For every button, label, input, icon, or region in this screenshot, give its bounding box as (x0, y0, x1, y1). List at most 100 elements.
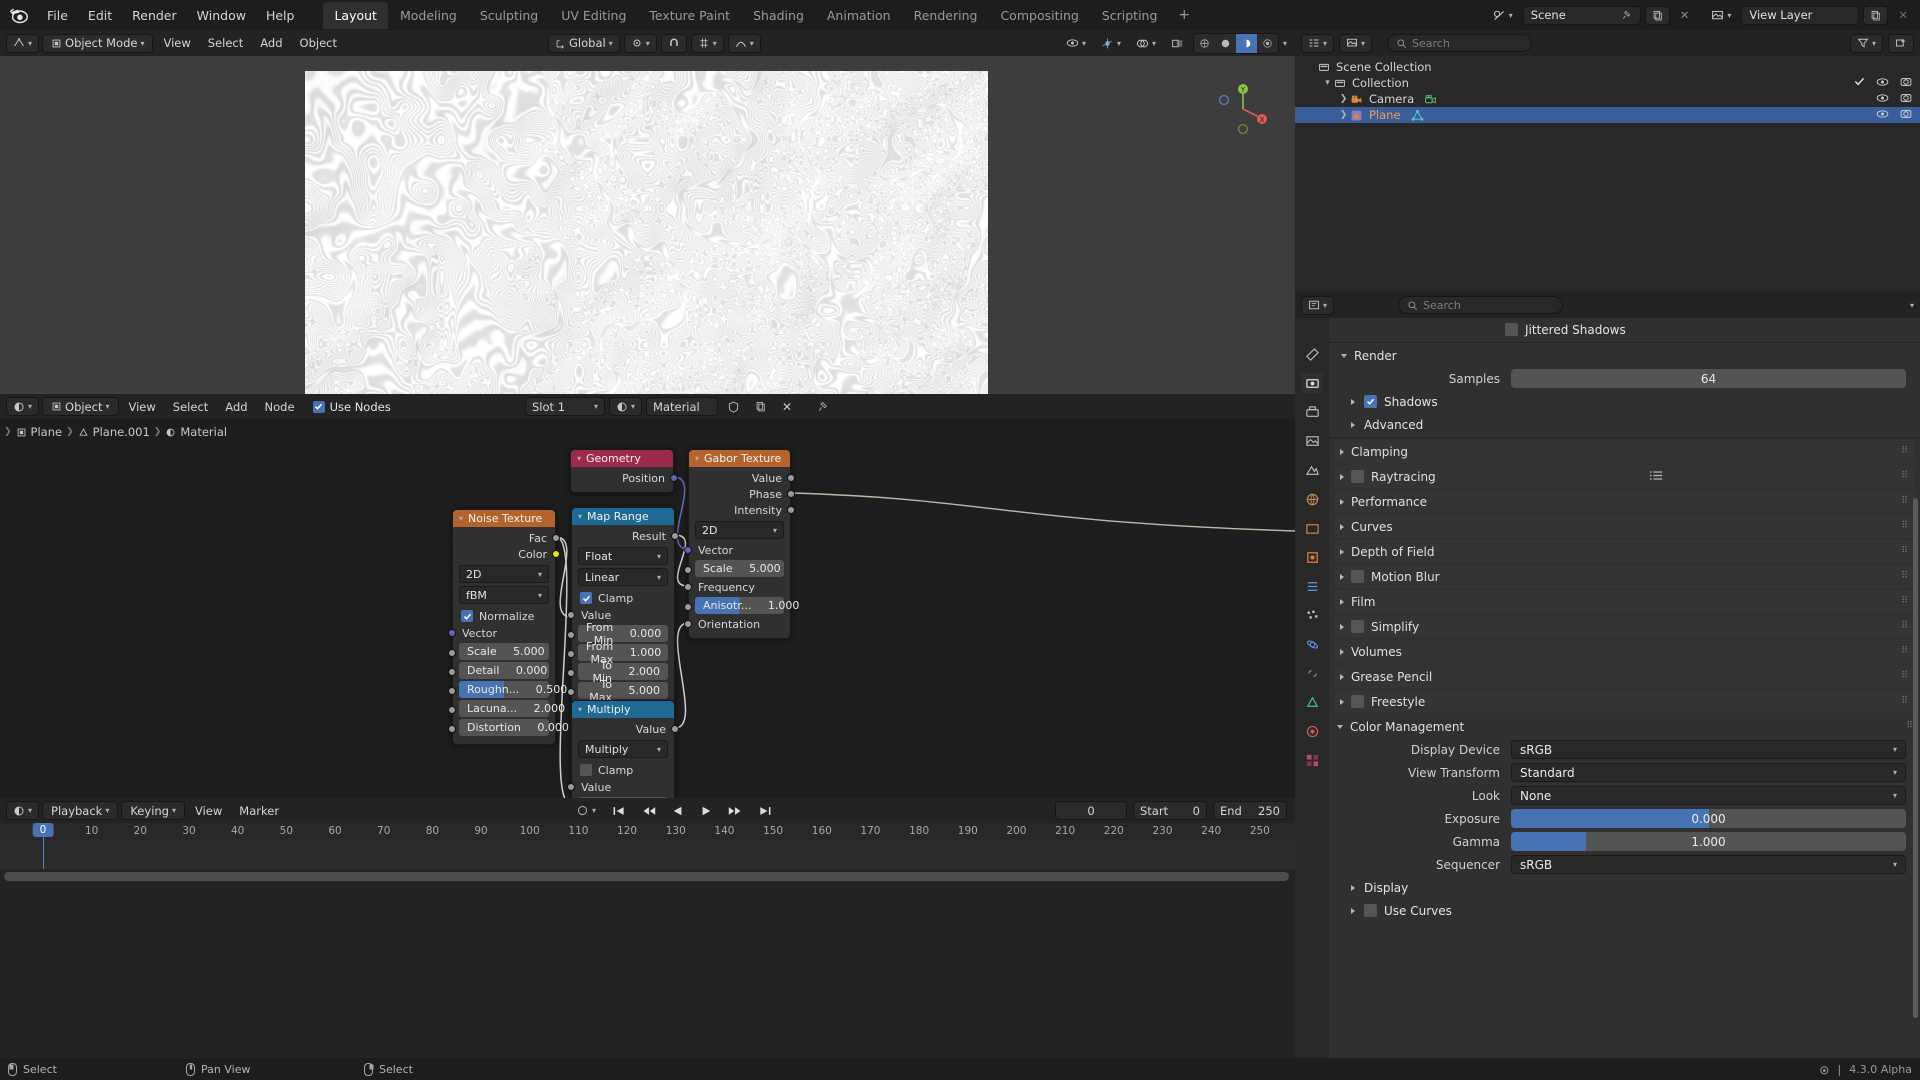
jump-start-button[interactable] (606, 801, 632, 820)
chevron-right-icon[interactable] (1340, 698, 1344, 705)
timeline-editor-type-selector[interactable]: ▾ (6, 801, 40, 820)
node-dropdown-fbm[interactable]: fBM ▾ (459, 586, 549, 604)
tab-render[interactable] (1301, 373, 1323, 393)
node-dropdown-2d[interactable]: 2D ▾ (695, 521, 784, 539)
section-checkbox[interactable] (1351, 570, 1364, 583)
chevron-right-icon[interactable] (1340, 448, 1344, 455)
new-collection-button[interactable] (1888, 33, 1914, 53)
grip-dots-icon[interactable]: ⠿ (1901, 647, 1909, 656)
workspace-tab-uv-editing[interactable]: UV Editing (550, 2, 637, 29)
samples-field[interactable]: 64 (1511, 369, 1906, 388)
scene-browse-icon[interactable]: ▾ (1487, 6, 1519, 25)
panel-header-clamping[interactable]: Clamping ⠿ (1334, 440, 1915, 463)
proportional-editing-icon[interactable]: ▾ (727, 33, 761, 53)
node-collapse-icon[interactable]: ▾ (695, 454, 699, 463)
view-layer-name-field[interactable]: View Layer (1741, 5, 1860, 25)
cm-sub-display[interactable]: Display (1329, 876, 1920, 899)
viewport-menu-select[interactable]: Select (201, 34, 250, 52)
checkbox[interactable] (580, 764, 592, 776)
workspace-tab-compositing[interactable]: Compositing (989, 2, 1089, 29)
node-field-scale[interactable]: Scale 5.000 (459, 643, 549, 660)
shadows-row[interactable]: Shadows (1329, 390, 1920, 413)
shading-solid-button[interactable] (1214, 33, 1236, 53)
properties-content[interactable]: Jittered Shadows Render Samples 64 Shadows Ad… (1329, 318, 1920, 1058)
shader-menu-view[interactable]: View (122, 398, 163, 416)
menu-file[interactable]: File (38, 5, 77, 26)
tab-tool[interactable] (1301, 344, 1323, 364)
socket-value[interactable] (567, 611, 575, 619)
socket-value[interactable] (671, 725, 679, 733)
visibility-selector[interactable]: ▾ (1060, 34, 1092, 53)
blender-logo-icon[interactable] (8, 4, 30, 26)
chevron-right-icon[interactable] (1340, 523, 1344, 530)
socket-phase[interactable] (787, 490, 795, 498)
timeline-menu-marker[interactable]: Marker (232, 802, 286, 820)
tab-object[interactable] (1301, 547, 1323, 567)
use-nodes-toggle[interactable]: Use Nodes (312, 400, 391, 414)
workspace-tab-scripting[interactable]: Scripting (1091, 2, 1169, 29)
socket-frequency[interactable] (684, 583, 692, 591)
workspace-tab-modeling[interactable]: Modeling (389, 2, 468, 29)
timeline-menu-view[interactable]: View (188, 802, 229, 820)
panel-header-performance[interactable]: Performance ⠿ (1334, 490, 1915, 513)
add-workspace-button[interactable]: + (1168, 7, 1200, 23)
section-checkbox[interactable] (1351, 695, 1364, 708)
tab-output[interactable] (1301, 402, 1323, 422)
grip-dots-icon[interactable]: ⠿ (1901, 497, 1909, 506)
snap-magnet-icon[interactable] (660, 33, 687, 53)
tab-particles[interactable] (1301, 605, 1323, 625)
chevron-right-icon[interactable] (1351, 884, 1355, 891)
chevron-down-icon[interactable] (1341, 353, 1347, 358)
snap-target-selector[interactable]: ▾ (623, 33, 657, 53)
node-header-noise-texture[interactable]: ▾ Noise Texture (453, 510, 555, 527)
grip-dots-icon[interactable]: ⠿ (1901, 622, 1909, 631)
socket-vector[interactable] (448, 629, 456, 637)
node-canvas[interactable]: ▾ Geometry Position ▾ Gabor Texture Value Phas… (0, 419, 1295, 798)
breadcrumb-object[interactable]: Plane (31, 425, 63, 439)
keying-menu[interactable]: Keying ▾ (121, 801, 185, 820)
chevron-right-icon[interactable] (1351, 421, 1355, 428)
socket-anisotr-[interactable] (684, 603, 692, 611)
node-field-scale[interactable]: Scale 5.000 (695, 560, 784, 577)
shader-menu-node[interactable]: Node (258, 398, 302, 416)
playback-menu[interactable]: Playback ▾ (42, 801, 119, 820)
shading-rendered-button[interactable] (1256, 33, 1278, 53)
start-frame-field[interactable]: Start 0 (1133, 801, 1207, 820)
tab-data[interactable] (1301, 692, 1323, 712)
node-header-multiply[interactable]: ▾ Multiply (572, 701, 674, 718)
socket-roughn-[interactable] (448, 687, 456, 695)
disclosure-triangle-icon[interactable]: ❯ (1337, 94, 1350, 104)
viewport-menu-object[interactable]: Object (293, 34, 344, 52)
outliner-row-camera[interactable]: ❯ Camera (1295, 91, 1920, 107)
overlays-toggle[interactable]: ▾ (1130, 34, 1162, 53)
socket-distortion[interactable] (448, 725, 456, 733)
panel-header-simplify[interactable]: Simplify ⠿ (1334, 615, 1915, 638)
new-view-layer-button[interactable] (1863, 5, 1889, 25)
node-collapse-icon[interactable]: ▾ (459, 514, 463, 523)
section-checkbox[interactable] (1351, 470, 1364, 483)
grip-dots-icon[interactable]: ⠿ (1901, 697, 1909, 706)
tab-modifiers[interactable] (1301, 576, 1323, 596)
panel-header-film[interactable]: Film ⠿ (1334, 590, 1915, 613)
cm-dropdown-view-transform[interactable]: Standard ▾ (1511, 763, 1906, 782)
menu-edit[interactable]: Edit (79, 5, 121, 26)
play-button[interactable] (694, 801, 718, 820)
timeline-horizontal-scrollbar[interactable] (4, 872, 1289, 881)
node-dropdown-float[interactable]: Float ▾ (578, 547, 668, 565)
mesh-data-icon[interactable] (1411, 109, 1424, 122)
fake-user-button[interactable] (722, 397, 745, 416)
chevron-right-icon[interactable] (1340, 473, 1344, 480)
socket-fac[interactable] (552, 534, 560, 542)
node-collapse-icon[interactable]: ▾ (577, 454, 581, 463)
panel-header-freestyle[interactable]: Freestyle ⠿ (1334, 690, 1915, 713)
use-nodes-checkbox[interactable] (312, 400, 325, 413)
outliner-filter-button[interactable]: ▾ (1849, 33, 1883, 53)
node-dropdown-2d[interactable]: 2D ▾ (459, 565, 549, 583)
outliner-row-collection[interactable]: ▾ Collection (1295, 75, 1920, 91)
material-browse-icon[interactable]: ▾ (609, 397, 643, 416)
chevron-down-icon[interactable] (1337, 724, 1343, 729)
auto-keying-toggle[interactable]: ▾ (570, 801, 602, 820)
node-map-range[interactable]: ▾ Map Range Result Float ▾ Linear ▾ Clamp Value F… (567, 507, 679, 708)
transform-orientation-selector[interactable]: Global ▾ (548, 33, 620, 53)
socket-from-max[interactable] (567, 650, 575, 658)
